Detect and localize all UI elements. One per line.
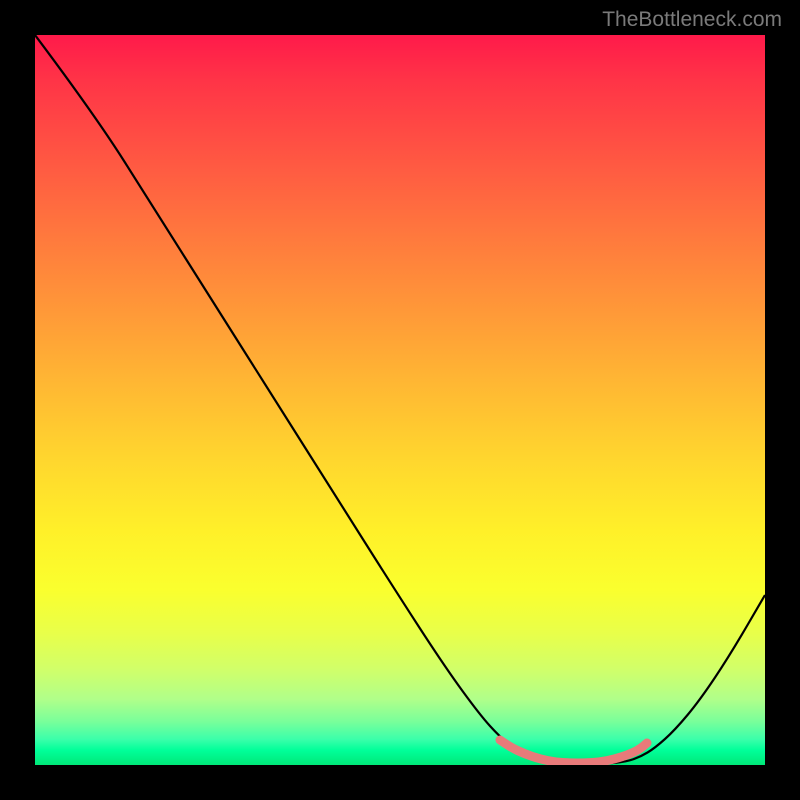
chart-svg [35,35,765,765]
bottleneck-curve-path [35,35,765,764]
watermark-text: TheBottleneck.com [602,8,782,32]
chart-area [35,35,765,765]
bottom-marker-path [500,740,647,763]
